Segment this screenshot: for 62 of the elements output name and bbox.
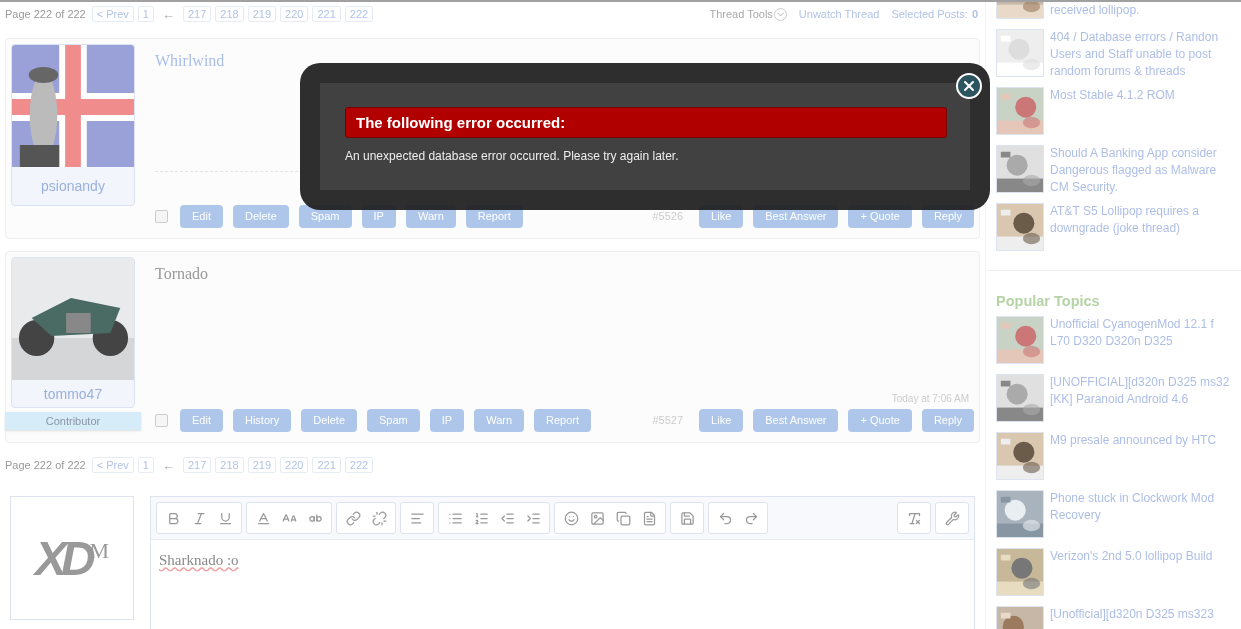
section-heading: Popular Topics bbox=[996, 293, 1101, 309]
page-skip-arrow: ← bbox=[162, 6, 175, 22]
thread-link[interactable]: Verizon's 2nd 5.0 lollipop Build bbox=[1050, 548, 1213, 596]
page-link[interactable]: 219 bbox=[247, 6, 277, 22]
page-link[interactable]: 218 bbox=[215, 457, 244, 473]
post-action-button[interactable]: History bbox=[232, 408, 292, 432]
page-link[interactable]: 222 bbox=[344, 457, 374, 473]
post-text: Tornado bbox=[155, 265, 210, 283]
post-action-button[interactable]: + Quote bbox=[848, 408, 912, 432]
thread-link[interactable]: AT&T S5 Lollipop requires a downgrade (joke thread) bbox=[1050, 203, 1199, 251]
post-action-button[interactable]: Delete bbox=[232, 204, 289, 228]
reply-editor[interactable]: Sharknado :o bbox=[150, 496, 975, 629]
post-action-button[interactable]: Edit bbox=[180, 204, 223, 228]
username-link[interactable]: psionandy bbox=[41, 178, 105, 194]
page-count: Page 222 of 222 bbox=[5, 459, 86, 471]
selected-posts-link[interactable]: Selected Posts: 0 bbox=[891, 8, 978, 20]
thread-link[interactable]: Should A Banking App consider Dangerous flagged as Malware CM Security. bbox=[1050, 145, 1217, 193]
thread-link[interactable]: received lollipop. bbox=[1050, 2, 1140, 19]
close-icon bbox=[961, 78, 977, 94]
page-skip-arrow: ← bbox=[162, 457, 175, 473]
page-link[interactable]: 217 bbox=[183, 6, 212, 22]
select-checkbox[interactable] bbox=[155, 209, 168, 223]
post-action-button[interactable]: Best Answer bbox=[753, 408, 839, 432]
thread-link[interactable]: 404 / Database errors / Randon Users and Staff unable to post random forums & threads bbox=[1050, 29, 1219, 77]
thread-link[interactable]: Phone stuck in Clockwork Mod Recovery bbox=[1050, 490, 1215, 538]
post-action-button[interactable]: Spam bbox=[367, 408, 420, 432]
close-button[interactable] bbox=[956, 73, 982, 99]
post-action-button[interactable]: Delete bbox=[301, 408, 357, 432]
page-link[interactable]: 221 bbox=[312, 457, 341, 473]
page-count: Page 222 of 222 bbox=[5, 8, 86, 20]
select-checkbox[interactable] bbox=[155, 413, 168, 427]
post-action-button[interactable]: Like bbox=[699, 408, 744, 432]
thread-link[interactable]: Unofficial CyanogenMod 12.1 f L70 D320 D320n D325 bbox=[1050, 316, 1214, 364]
error-title: The following error occurred: bbox=[345, 107, 947, 138]
page-link[interactable]: 222 bbox=[344, 6, 374, 22]
editor-text: Sharknado :o bbox=[159, 552, 239, 568]
page-link[interactable]: 1 bbox=[137, 6, 154, 22]
thread-link[interactable]: [UNOFFICIAL][d320n D325 ms32 [KK] Paranoid Android 4.6 bbox=[1050, 374, 1230, 422]
thread-link[interactable]: [Unofficial][d320n D325 ms323 bbox=[1050, 606, 1214, 629]
post-action-button[interactable]: Report bbox=[534, 408, 592, 432]
site-logo: XD$^{M}$ bbox=[10, 496, 134, 620]
page-link[interactable]: 221 bbox=[312, 6, 341, 22]
thread-link[interactable]: M9 presale announced by HTC bbox=[1050, 432, 1217, 480]
prev-page-link[interactable]: < Prev bbox=[91, 457, 134, 473]
page-link[interactable]: 217 bbox=[183, 457, 212, 473]
page-link[interactable]: 220 bbox=[280, 6, 309, 22]
prev-page-link[interactable]: < Prev bbox=[91, 6, 134, 22]
post-action-button[interactable]: Warn bbox=[474, 408, 525, 432]
unwatch-thread-link[interactable]: Unwatch Thread bbox=[798, 8, 880, 20]
page-link[interactable]: 220 bbox=[280, 457, 309, 473]
thread-link[interactable]: Most Stable 4.1.2 ROM bbox=[1050, 87, 1175, 135]
post-action-button[interactable]: Edit bbox=[180, 408, 223, 432]
page-link[interactable]: 218 bbox=[215, 6, 244, 22]
post-action-button[interactable]: IP bbox=[429, 408, 465, 432]
user-role-badge: Contributor bbox=[5, 412, 141, 430]
page-link[interactable]: 1 bbox=[137, 457, 154, 473]
thread-tools-menu[interactable]: Thread Tools bbox=[709, 7, 787, 21]
username-link[interactable]: tommo47 bbox=[43, 385, 103, 402]
post-text: Whirlwind bbox=[155, 52, 226, 70]
page-link[interactable]: 219 bbox=[247, 457, 277, 473]
post-action-button[interactable]: Reply bbox=[921, 408, 974, 432]
error-message: An unexpected database error occurred. Please try again later. bbox=[345, 149, 680, 163]
